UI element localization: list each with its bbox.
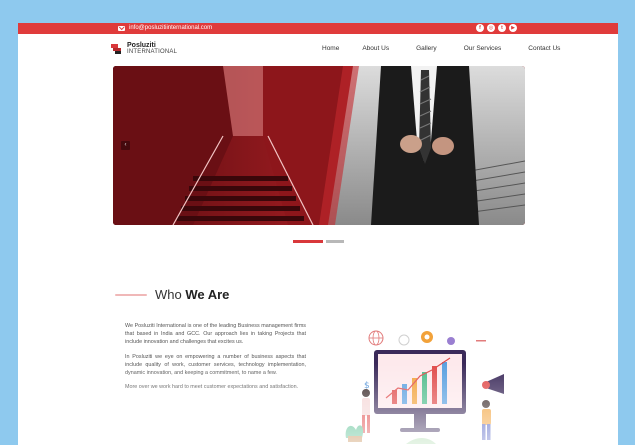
section-title: Who We Are	[155, 287, 229, 302]
mail-icon	[118, 26, 125, 31]
nav-menu: Home About Us Gallery Our Services Conta…	[318, 45, 560, 52]
about-paragraph-3: More over we work hard to meet customer …	[125, 384, 299, 391]
who-we-are-heading: Who We Are	[115, 287, 229, 302]
slider-dot-2[interactable]	[326, 240, 344, 243]
facebook-icon[interactable]: f	[476, 24, 484, 32]
main-navbar: Posluziti INTERNATIONAL Home About Us Ga…	[18, 34, 618, 66]
nav-item-home[interactable]: Home	[322, 45, 339, 52]
youtube-icon[interactable]: ▶	[509, 24, 517, 32]
about-paragraph-2: In Posluziti we eye on empowering a numb…	[125, 353, 306, 377]
contact-email-text[interactable]: info@posluzitiinternational.com	[129, 24, 212, 33]
nav-item-contact-us[interactable]: Contact Us	[528, 45, 560, 52]
bottom-fade-overlay	[18, 363, 618, 445]
slider-dot-1[interactable]	[293, 240, 323, 243]
business-analytics-illustration: $	[345, 330, 504, 444]
nav-item-about-us[interactable]: About Us	[362, 45, 389, 52]
brand-name: Posluziti INTERNATIONAL	[127, 42, 178, 55]
slider-prev-button[interactable]: ‹	[121, 141, 130, 150]
section-title-bold: We Are	[185, 287, 230, 302]
top-contact-bar: info@posluzitiinternational.com f ◎ t ▶	[18, 23, 618, 34]
twitter-icon[interactable]: t	[498, 24, 506, 32]
brand-logo[interactable]: Posluziti INTERNATIONAL	[110, 42, 177, 56]
logo-mark-icon	[111, 44, 121, 54]
social-links: f ◎ t ▶	[476, 24, 517, 32]
brand-name-line2: INTERNATIONAL	[127, 49, 178, 55]
heading-accent-line	[115, 293, 147, 296]
nav-item-gallery[interactable]: Gallery	[416, 45, 437, 52]
about-paragraph-1: We Posluziti International is one of the…	[125, 323, 306, 346]
nav-item-our-services[interactable]: Our Services	[464, 45, 502, 52]
about-text: We Posluziti International is one of the…	[125, 322, 306, 397]
slider-indicators	[293, 240, 344, 243]
section-title-light: Who	[155, 287, 186, 302]
contact-email[interactable]: info@posluzitiinternational.com	[118, 24, 212, 33]
browser-page: info@posluzitiinternational.com f ◎ t ▶ …	[18, 23, 618, 445]
hero-illustration	[113, 66, 525, 225]
instagram-icon[interactable]: ◎	[487, 24, 495, 32]
hero-slide-image	[113, 66, 525, 225]
